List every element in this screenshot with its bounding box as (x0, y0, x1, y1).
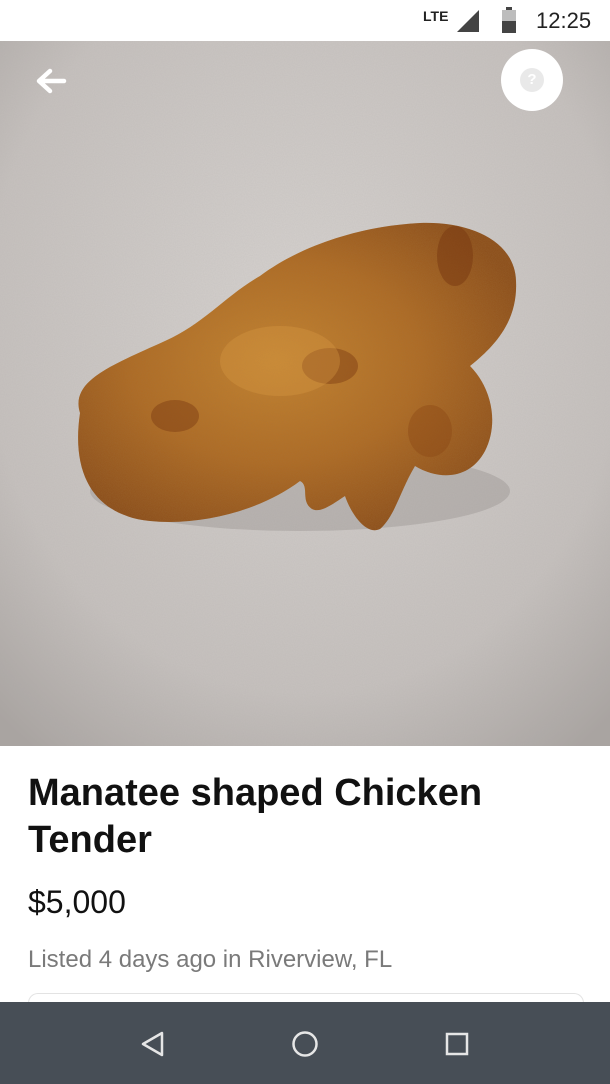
clock: 12:25 (536, 8, 592, 33)
system-nav-bar (0, 1002, 610, 1084)
chicken-tender-photo (0, 41, 610, 746)
status-bar: LTE 12:25 (0, 0, 610, 41)
recents-square-icon[interactable] (437, 1024, 477, 1064)
back-triangle-icon[interactable] (133, 1024, 173, 1064)
signal-icon (457, 10, 479, 32)
battery-icon (502, 7, 516, 33)
listing-details: Manatee shaped Chicken Tender $5,000 Lis… (0, 746, 610, 1006)
home-circle-icon[interactable] (285, 1024, 325, 1064)
listing-photo[interactable]: ? (0, 41, 610, 746)
help-button[interactable]: ? (501, 49, 563, 111)
listing-title: Manatee shaped Chicken Tender (28, 772, 483, 861)
listing-price: $5,000 (28, 884, 126, 920)
arrow-left-icon[interactable] (28, 59, 72, 103)
listing-meta: Listed 4 days ago in Riverview, FL (28, 946, 393, 973)
network-type: LTE (423, 8, 449, 24)
question-icon: ? (520, 68, 544, 92)
